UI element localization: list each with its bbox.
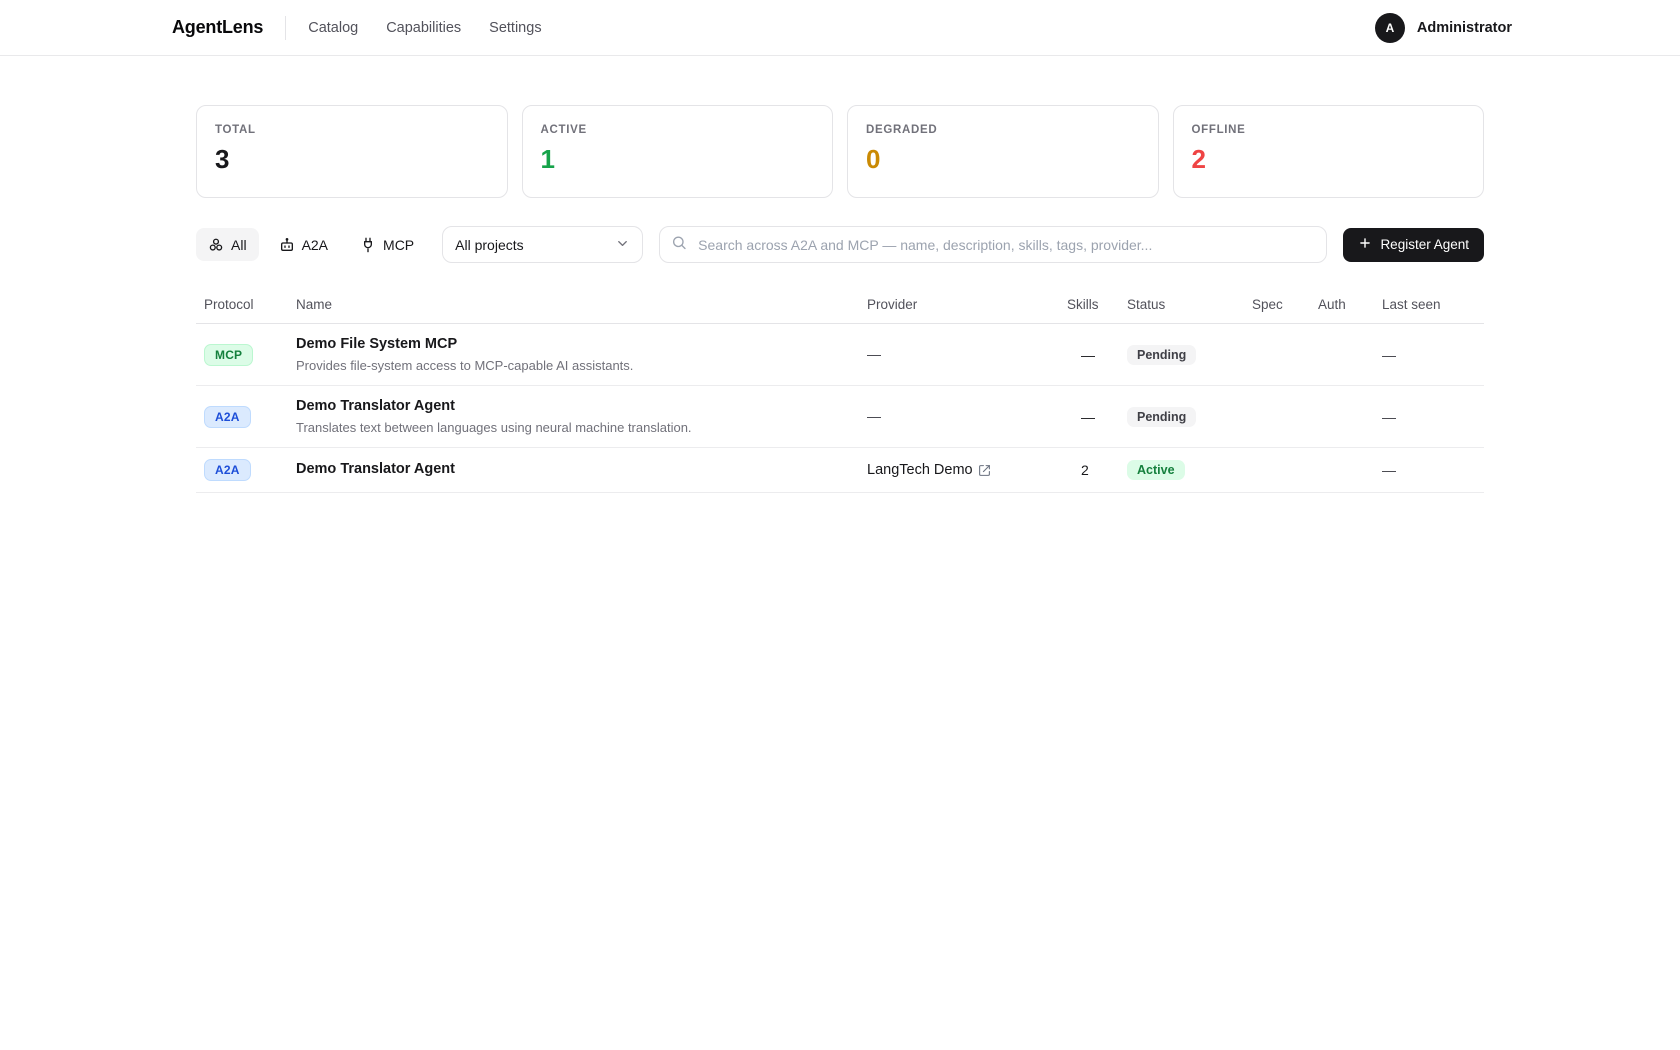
provider-external-link[interactable]: LangTech Demo (867, 462, 991, 478)
nav-item-settings[interactable]: Settings (489, 20, 541, 36)
agent-name-link[interactable]: Demo File System MCP (296, 335, 867, 355)
table-header-row: Protocol Name Provider Skills Status Spe… (196, 289, 1484, 324)
table-row[interactable]: A2A Demo Translator AgentLangTech Demo 2Ac… (196, 448, 1484, 493)
last-seen-cell: — (1382, 462, 1484, 478)
nav-divider (285, 16, 286, 40)
table-body: MCP Demo File System MCP Provides file-sys… (196, 324, 1484, 493)
stat-label: OFFLINE (1192, 124, 1466, 136)
plus-icon (1358, 236, 1372, 253)
tab-all[interactable]: All (196, 228, 259, 261)
col-auth: Auth (1318, 297, 1382, 312)
protocol-badge: A2A (204, 406, 251, 428)
stat-value: 1 (541, 146, 815, 172)
main-nav: Catalog Capabilities Settings (308, 20, 541, 36)
project-select-value: All projects (455, 237, 523, 253)
col-spec: Spec (1252, 297, 1318, 312)
skills-count: 2 (1067, 462, 1127, 478)
agent-name-link[interactable]: Demo Translator Agent (296, 460, 867, 480)
stats-cards: TOTAL 3 ACTIVE 1 DEGRADED 0 OFFLINE 2 (196, 105, 1484, 198)
stat-label: ACTIVE (541, 124, 815, 136)
provider-name: LangTech Demo (867, 462, 973, 478)
status-badge: Pending (1127, 345, 1196, 365)
tab-a2a-label: A2A (302, 237, 328, 253)
external-link-icon (978, 464, 991, 477)
protocol-filter-tabs: All A2A MCP (196, 228, 426, 261)
username-label: Administrator (1417, 20, 1512, 36)
status-badge: Pending (1127, 407, 1196, 427)
col-name: Name (296, 297, 867, 312)
tab-all-label: All (231, 237, 247, 253)
register-agent-button[interactable]: Register Agent (1343, 228, 1484, 262)
stat-label: DEGRADED (866, 124, 1140, 136)
shapes-icon (208, 237, 224, 253)
filter-toolbar: All A2A MCP All projects (196, 226, 1484, 263)
skills-count: — (1067, 347, 1127, 363)
avatar[interactable]: A (1375, 13, 1405, 43)
tab-mcp[interactable]: MCP (348, 228, 426, 261)
last-seen-cell: — (1382, 409, 1484, 425)
status-badge: Active (1127, 460, 1185, 480)
stat-value: 3 (215, 146, 489, 172)
tab-mcp-label: MCP (383, 237, 414, 253)
brand-logo[interactable]: AgentLens (172, 17, 263, 38)
agent-description: Translates text between languages using … (296, 419, 867, 437)
protocol-badge: MCP (204, 344, 253, 366)
bot-icon (279, 237, 295, 253)
agent-description: Provides file-system access to MCP-capab… (296, 357, 867, 375)
user-menu[interactable]: A Administrator (1375, 13, 1512, 43)
col-provider: Provider (867, 297, 1067, 312)
agent-name-link[interactable]: Demo Translator Agent (296, 397, 867, 417)
stat-value: 0 (866, 146, 1140, 172)
col-protocol: Protocol (196, 297, 296, 312)
nav-item-capabilities[interactable]: Capabilities (386, 20, 461, 36)
top-bar: AgentLens Catalog Capabilities Settings … (0, 0, 1680, 56)
tab-a2a[interactable]: A2A (267, 228, 340, 261)
search-container (659, 226, 1327, 263)
stat-card-total: TOTAL 3 (196, 105, 508, 198)
provider-empty: — (867, 408, 881, 424)
nav-item-catalog[interactable]: Catalog (308, 20, 358, 36)
chevron-down-icon (615, 236, 630, 254)
provider-empty: — (867, 346, 881, 362)
main-content: TOTAL 3 ACTIVE 1 DEGRADED 0 OFFLINE 2 Al (196, 56, 1484, 493)
col-skills: Skills (1067, 297, 1127, 312)
search-input[interactable] (659, 226, 1327, 263)
col-last-seen: Last seen (1382, 297, 1484, 312)
stat-card-active: ACTIVE 1 (522, 105, 834, 198)
skills-count: — (1067, 409, 1127, 425)
search-icon (671, 234, 687, 255)
project-select[interactable]: All projects (442, 226, 643, 263)
protocol-badge: A2A (204, 459, 251, 481)
last-seen-cell: — (1382, 347, 1484, 363)
table-row[interactable]: MCP Demo File System MCP Provides file-sys… (196, 324, 1484, 386)
stat-card-degraded: DEGRADED 0 (847, 105, 1159, 198)
stat-value: 2 (1192, 146, 1466, 172)
agents-table: Protocol Name Provider Skills Status Spe… (196, 289, 1484, 493)
stat-label: TOTAL (215, 124, 489, 136)
stat-card-offline: OFFLINE 2 (1173, 105, 1485, 198)
table-row[interactable]: A2A Demo Translator Agent Translates text … (196, 386, 1484, 448)
plug-icon (360, 237, 376, 253)
col-status: Status (1127, 297, 1252, 312)
register-agent-label: Register Agent (1380, 237, 1469, 252)
